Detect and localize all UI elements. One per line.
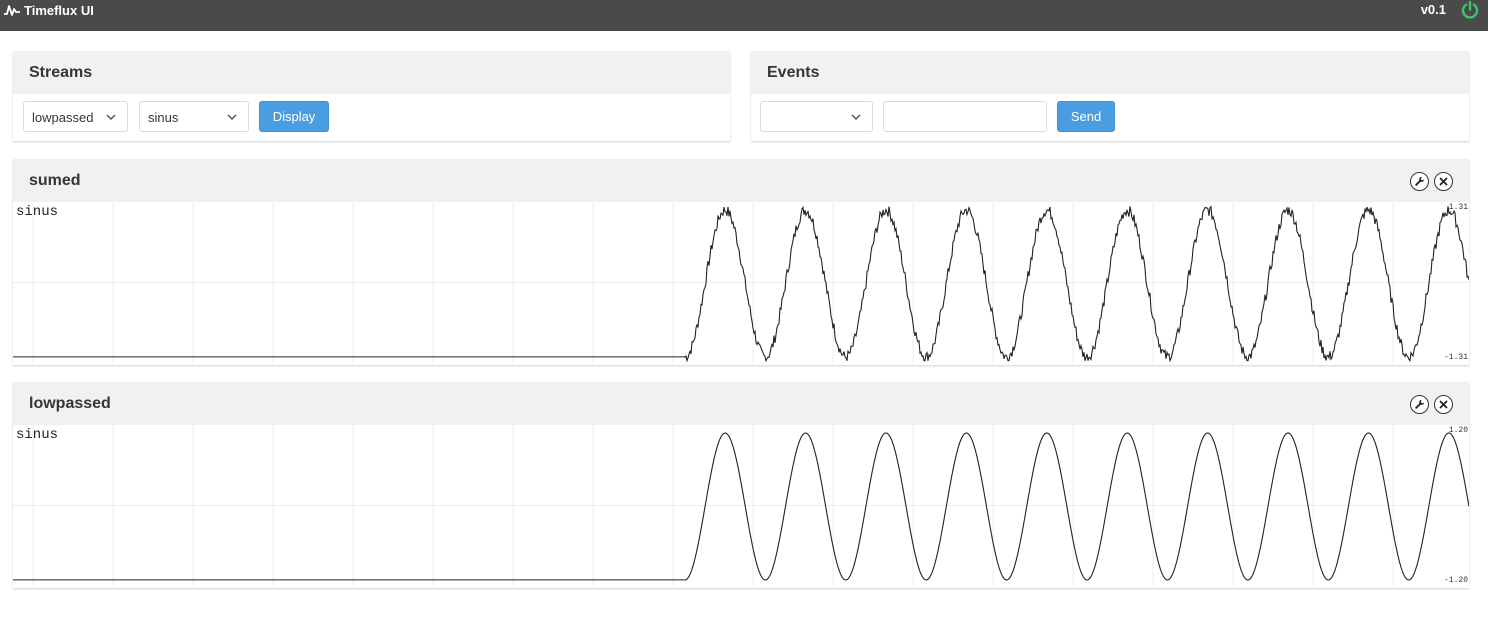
chart-canvas: sinus 1.31 -1.31 [13,202,1469,363]
chart-grid [13,425,1469,586]
events-title: Events [767,64,820,81]
wrench-icon [1415,399,1425,409]
series-label: sinus [16,427,59,443]
chart-canvas: sinus 1.20 -1.20 [13,425,1469,586]
event-input[interactable] [883,101,1047,132]
chart-header: sumed [13,159,1469,202]
chart-title: lowpassed [29,395,111,412]
series-line-sinus [13,432,1469,581]
app-header: Timeflux UI v0.1 [0,0,1488,31]
chart-panel-sumed: sumed sinus 1.31 -1.31 [13,159,1469,365]
close-icon [1439,177,1448,186]
chart-settings-button[interactable] [1410,395,1429,414]
channel-select-value: sinus [148,110,179,125]
chevron-down-icon [227,114,237,121]
chart-close-button[interactable] [1434,395,1453,414]
app-title: Timeflux UI [24,2,94,18]
display-button[interactable]: Display [259,101,329,132]
chart-grid [13,202,1469,363]
send-button[interactable]: Send [1057,101,1115,132]
waveform-icon [4,5,20,16]
streams-title: Streams [29,64,93,81]
events-panel-header: Events [751,51,1469,94]
stream-select-value: lowpassed [32,110,94,125]
chart-header: lowpassed [13,382,1469,425]
chevron-down-icon [851,114,861,121]
chart-plot [13,202,1469,363]
chart-title: sumed [29,172,81,189]
streams-panel-header: Streams [13,51,730,94]
events-panel: Events Send [751,51,1469,141]
chart-close-button[interactable] [1434,172,1453,191]
app-version: v0.1 [1420,2,1446,17]
power-icon[interactable] [1460,0,1480,20]
y-max-label: 1.20 [1448,426,1468,435]
chart-panel-lowpassed: lowpassed sinus 1.20 -1.20 [13,382,1469,588]
close-icon [1439,400,1448,409]
y-max-label: 1.31 [1448,203,1468,212]
series-label: sinus [16,204,59,220]
y-min-label: -1.31 [1443,353,1468,362]
y-min-label: -1.20 [1443,576,1468,585]
event-select[interactable] [760,101,873,132]
series-line-sinus [13,205,1469,363]
stream-select[interactable]: lowpassed [23,101,128,132]
wrench-icon [1415,176,1425,186]
chart-settings-button[interactable] [1410,172,1429,191]
app-brand: Timeflux UI [4,2,94,18]
channel-select[interactable]: sinus [139,101,249,132]
streams-panel: Streams lowpassed sinus Display [13,51,730,141]
chevron-down-icon [106,114,116,121]
chart-plot [13,425,1469,586]
